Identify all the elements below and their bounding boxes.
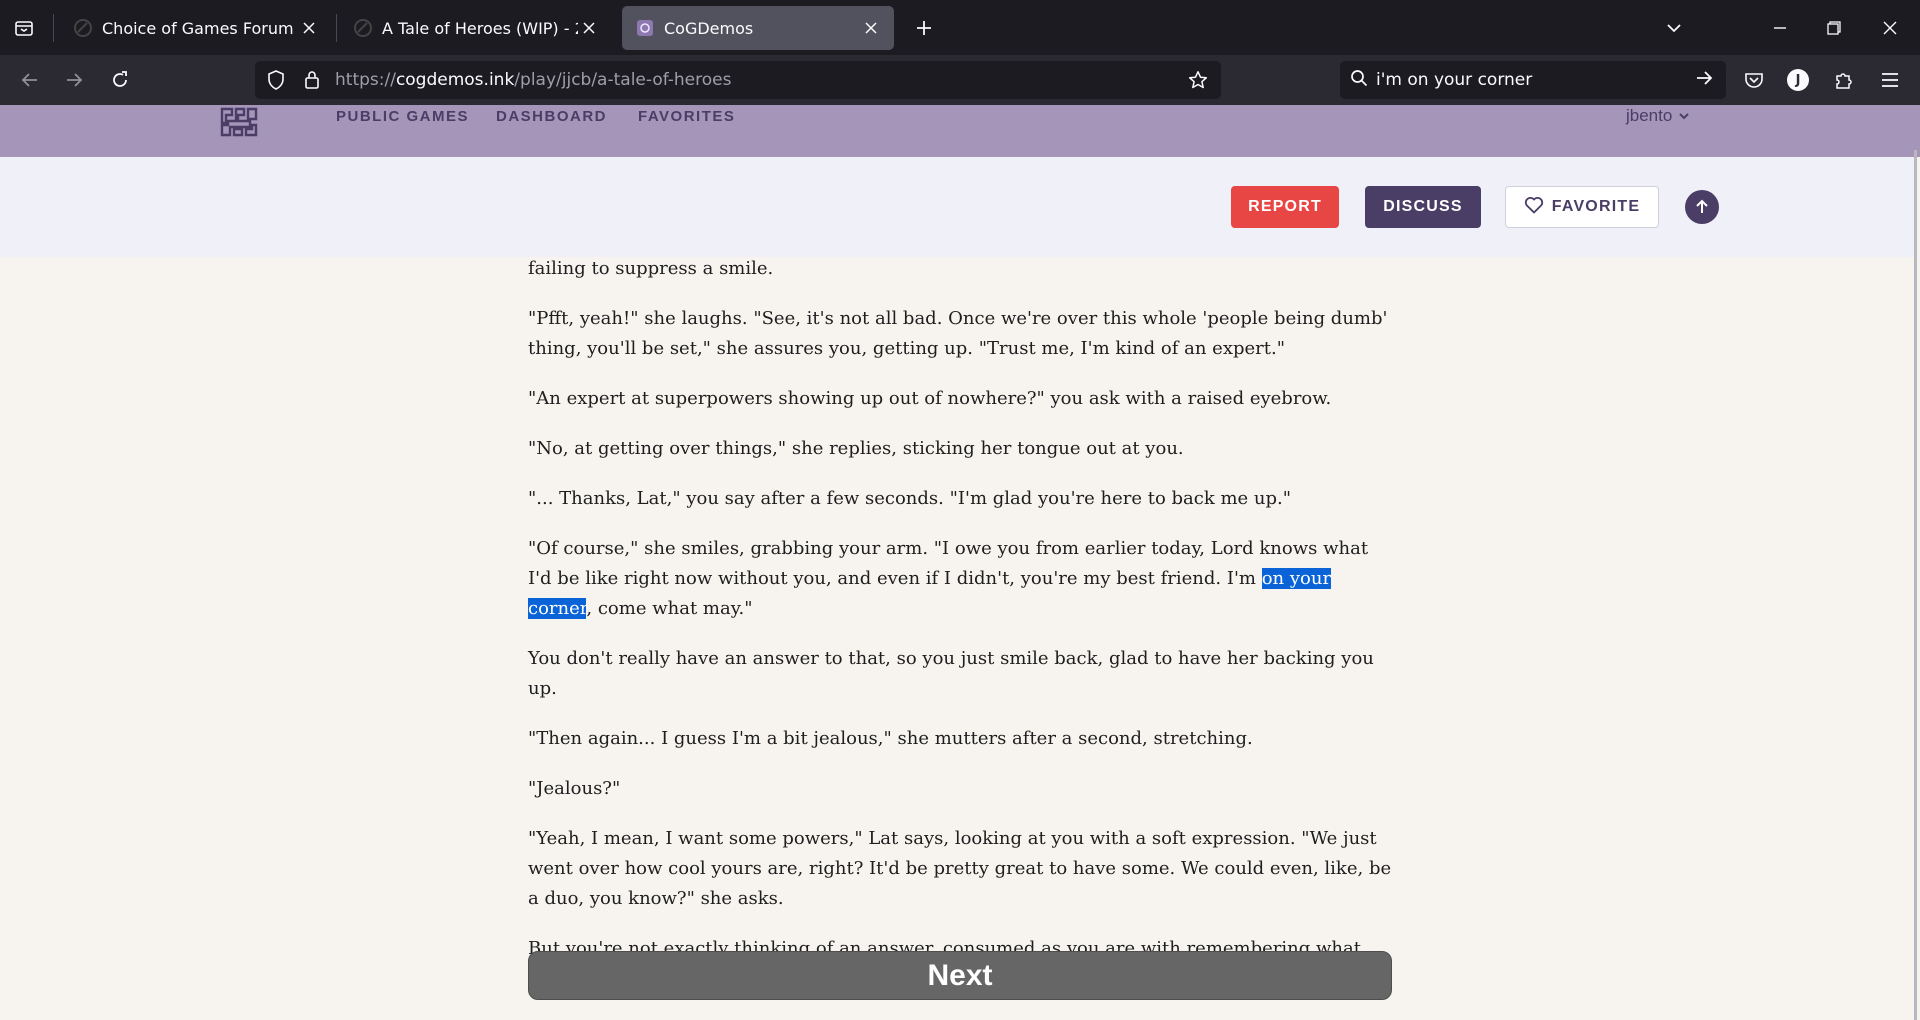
story-paragraph: "An expert at superpowers showing up out… (528, 388, 1332, 409)
report-button[interactable]: REPORT (1231, 186, 1339, 228)
story-paragraph: failing to suppress a smile. (528, 258, 774, 279)
favorite-label: FAVORITE (1551, 198, 1641, 215)
story-paragraph: "Pfft, yeah!" she laughs. "See, it's not… (528, 308, 1388, 359)
next-button[interactable]: Next (528, 951, 1392, 1000)
reload-icon[interactable] (104, 64, 136, 96)
close-tab-icon[interactable] (860, 17, 882, 39)
search-bar[interactable]: i'm on your corner (1340, 61, 1726, 99)
discuss-button[interactable]: DISCUSS (1365, 186, 1481, 228)
close-window-icon[interactable] (1874, 12, 1906, 44)
scroll-to-top-arrow-up-icon[interactable] (1685, 190, 1719, 224)
nav-public-games[interactable]: PUBLIC GAMES (336, 108, 469, 125)
site-header: PUBLIC GAMES DASHBOARD FAVORITES jbento (0, 105, 1920, 157)
cogdemos-logo[interactable] (218, 105, 260, 141)
browser-navigation-bar: https://cogdemos.ink/play/jjcb/a-tale-of… (0, 55, 1920, 105)
browser-tab-strip: Choice of Games Forum A Tale of Heroes (… (0, 0, 1920, 55)
extensions-puzzle-icon[interactable] (1828, 64, 1860, 96)
story-paragraph: "Then again... I guess I'm a bit jealous… (528, 728, 1253, 749)
forum-favicon-icon (354, 19, 372, 37)
chevron-down-icon (1678, 106, 1690, 126)
back-arrow-icon[interactable] (14, 64, 46, 96)
nav-dashboard[interactable]: DASHBOARD (496, 108, 607, 125)
padlock-icon[interactable] (301, 69, 323, 91)
search-icon (1350, 69, 1368, 91)
account-initial: J (1787, 69, 1809, 91)
tab-choice-of-games-forum[interactable]: Choice of Games Forum (60, 6, 332, 50)
tab-title: CoGDemos (664, 18, 754, 38)
close-tab-icon[interactable] (298, 17, 320, 39)
new-tab-plus-icon[interactable] (910, 14, 938, 42)
list-all-tabs-icon[interactable] (10, 14, 38, 42)
story-paragraph: "Yeah, I mean, I want some powers," Lat … (528, 828, 1392, 909)
cogdemos-favicon-icon (636, 19, 654, 37)
close-tab-icon[interactable] (578, 17, 600, 39)
forum-favicon-icon (74, 19, 92, 37)
user-menu[interactable]: jbento (1626, 106, 1690, 126)
story-paragraph: "... Thanks, Lat," you say after a few s… (528, 488, 1292, 509)
heart-icon (1524, 196, 1544, 219)
page-scrollbar[interactable] (1914, 150, 1917, 1020)
story-paragraph: You don't really have an answer to that,… (528, 648, 1374, 699)
story-paragraph-with-selection: "Of course," she smiles, grabbing your a… (528, 538, 1369, 619)
bookmark-star-icon[interactable] (1187, 69, 1209, 91)
account-avatar[interactable]: J (1782, 64, 1814, 96)
forward-arrow-icon[interactable] (58, 64, 90, 96)
url-text: https://cogdemos.ink/play/jjcb/a-tale-of… (335, 70, 732, 90)
game-action-bar: REPORT DISCUSS FAVORITE (0, 157, 1916, 257)
username: jbento (1626, 106, 1673, 125)
story-paragraph: "Jealous?" (528, 778, 621, 799)
restore-window-icon[interactable] (1818, 12, 1850, 44)
search-input[interactable]: i'm on your corner (1376, 70, 1694, 90)
minimize-window-icon[interactable] (1764, 12, 1796, 44)
tab-a-tale-of-heroes-wip[interactable]: A Tale of Heroes (WIP) - 224k w (340, 6, 612, 50)
story-text: failing to suppress a smile. "Pfft, yeah… (528, 254, 1396, 1014)
hamburger-menu-icon[interactable] (1874, 64, 1906, 96)
tab-title: Choice of Games Forum (102, 18, 294, 38)
search-go-arrow-icon[interactable] (1694, 68, 1714, 92)
pocket-icon[interactable] (1738, 64, 1770, 96)
favorite-button[interactable]: FAVORITE (1505, 186, 1659, 228)
tab-cogdemos[interactable]: CoGDemos (622, 6, 894, 50)
address-bar[interactable]: https://cogdemos.ink/play/jjcb/a-tale-of… (255, 61, 1221, 99)
tab-title: A Tale of Heroes (WIP) - 224k w (382, 18, 578, 38)
tab-overflow-chevron-down-icon[interactable] (1658, 12, 1690, 44)
nav-favorites[interactable]: FAVORITES (638, 108, 735, 125)
tracking-protection-shield-icon[interactable] (265, 69, 287, 91)
story-paragraph: "No, at getting over things," she replie… (528, 438, 1184, 459)
